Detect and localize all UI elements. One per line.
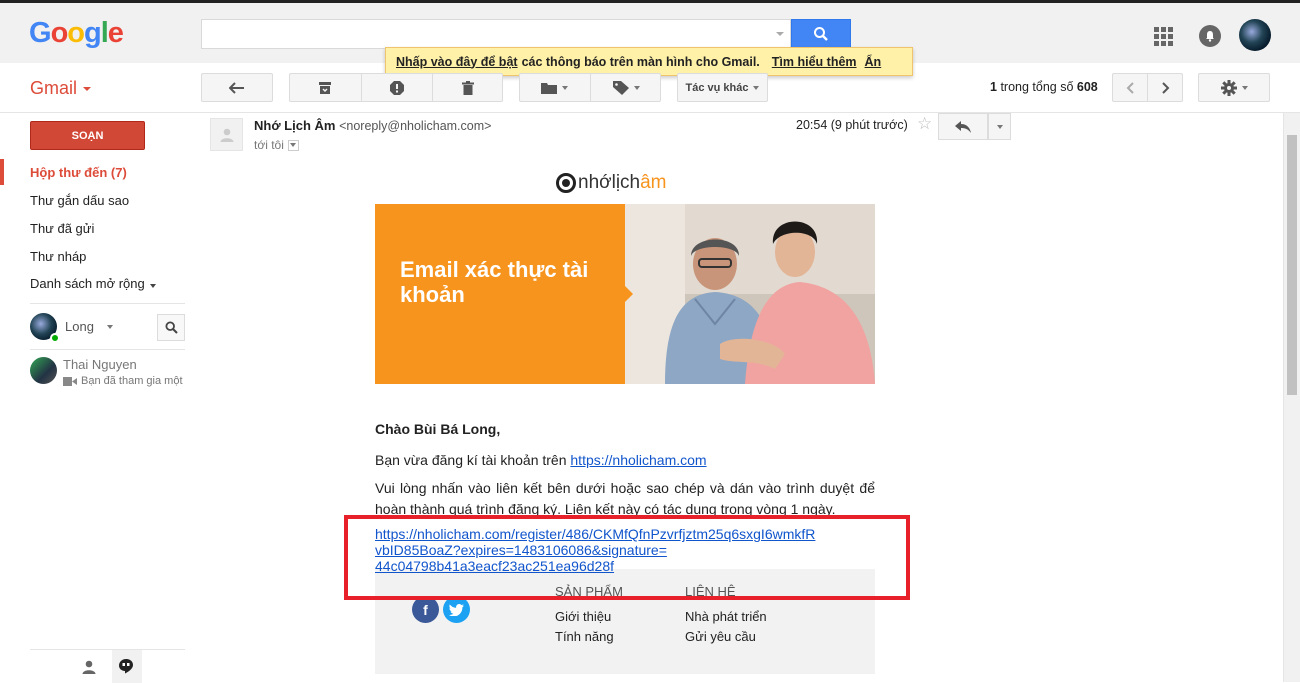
star-icon[interactable]: ☆ xyxy=(917,114,932,134)
compose-button[interactable]: SOẠN xyxy=(30,121,145,150)
banner-title: Email xác thực tài khoản xyxy=(400,257,589,307)
google-logo[interactable]: Google xyxy=(29,17,124,50)
reply-button[interactable] xyxy=(938,113,988,140)
chat-contact[interactable]: Thai Nguyen Bạn đã tham gia một xyxy=(30,357,183,387)
avatar xyxy=(30,313,60,343)
newer-button[interactable] xyxy=(1112,73,1147,102)
spam-icon xyxy=(390,80,404,95)
search-button[interactable] xyxy=(791,19,851,49)
move-to-button[interactable] xyxy=(519,73,590,102)
video-icon xyxy=(63,376,77,386)
report-spam-button[interactable] xyxy=(362,73,432,102)
chevron-down-icon xyxy=(562,85,568,90)
message-time: 20:54 (9 phút trước) xyxy=(796,118,908,132)
show-details-button[interactable] xyxy=(287,139,299,151)
sidebar: SOẠN Hộp thư đến (7) Thư gắn dấu sao Thư… xyxy=(0,113,200,683)
avatar xyxy=(30,357,57,384)
person-icon[interactable] xyxy=(82,660,96,674)
site-link[interactable]: https://nholicham.com xyxy=(570,452,706,468)
footer-link-developer[interactable]: Nhà phát triển xyxy=(685,609,767,624)
sender[interactable]: Nhớ Lịch Âm <noreply@nholicham.com> xyxy=(254,118,491,133)
active-nav-indicator xyxy=(0,159,4,185)
chat-status[interactable]: Long xyxy=(30,313,113,343)
sidebar-item-drafts[interactable]: Thư nháp xyxy=(30,249,86,264)
brand-logo: nhớlịch âm xyxy=(556,172,667,194)
notifications-icon[interactable] xyxy=(1199,25,1221,47)
instruction-text: Vui lòng nhấn vào liên kết bên dưới hoặc… xyxy=(375,480,875,517)
account-avatar[interactable] xyxy=(1239,19,1271,51)
chevron-down-icon xyxy=(106,324,113,329)
gmail-menu[interactable]: Gmail xyxy=(30,78,92,99)
archive-button[interactable] xyxy=(289,73,361,102)
search-options-caret-icon[interactable] xyxy=(776,32,784,36)
highlight-box xyxy=(344,515,910,600)
gear-icon xyxy=(1220,79,1237,96)
greeting: Chào Bùi Bá Long, xyxy=(375,421,501,437)
delete-button[interactable] xyxy=(433,73,503,102)
folder-icon xyxy=(541,82,557,94)
chat-bottom-bar xyxy=(30,649,185,683)
online-status-icon xyxy=(50,333,60,343)
facebook-icon[interactable]: f xyxy=(412,596,439,623)
sender-avatar xyxy=(210,118,243,151)
back-button[interactable] xyxy=(201,73,273,102)
label-icon xyxy=(612,80,629,95)
search-input[interactable] xyxy=(201,19,791,49)
hangouts-icon[interactable] xyxy=(118,658,134,674)
sidebar-item-inbox[interactable]: Hộp thư đến (7) xyxy=(30,165,127,180)
recipient: tới tôi xyxy=(254,138,299,152)
search-icon xyxy=(164,321,178,334)
email-banner: Email xác thực tài khoản xyxy=(375,204,875,384)
archive-icon xyxy=(319,81,331,94)
footer-link-about[interactable]: Giới thiệu xyxy=(555,609,611,624)
contact-status: Bạn đã tham gia một xyxy=(81,375,183,387)
toolbar: Gmail Tác vụ khác 1 trong tổng số 608 xyxy=(0,63,1300,113)
apps-icon[interactable] xyxy=(1154,27,1173,46)
sidebar-item-more[interactable]: Danh sách mở rộng xyxy=(30,276,156,291)
registration-line: Bạn vừa đăng kí tài khoản trên https://n… xyxy=(375,452,707,468)
banner-photo xyxy=(625,204,875,384)
chevron-right-icon xyxy=(1161,81,1169,94)
settings-button[interactable] xyxy=(1198,73,1270,102)
sender-email: <noreply@nholicham.com> xyxy=(339,119,492,133)
brand-mark-icon xyxy=(556,173,576,193)
chevron-left-icon xyxy=(1126,81,1134,94)
family-photo-image xyxy=(625,204,875,384)
reply-icon xyxy=(955,120,971,133)
older-button[interactable] xyxy=(1148,73,1183,102)
labels-button[interactable] xyxy=(591,73,661,102)
search-icon xyxy=(814,27,828,41)
person-icon xyxy=(220,128,233,142)
contact-name: Thai Nguyen xyxy=(63,357,137,372)
chat-user-name: Long xyxy=(65,319,94,334)
chat-search-button[interactable] xyxy=(157,314,185,341)
message-count: 1 trong tổng số 608 xyxy=(990,80,1098,94)
sender-name: Nhớ Lịch Âm xyxy=(254,118,336,133)
twitter-icon[interactable] xyxy=(443,596,470,623)
chevron-down-icon xyxy=(83,87,92,92)
chevron-down-icon xyxy=(1241,85,1248,90)
trash-icon xyxy=(462,80,474,95)
sidebar-item-sent[interactable]: Thư đã gửi xyxy=(30,221,94,236)
back-arrow-icon xyxy=(229,81,244,94)
footer-link-request[interactable]: Gửi yêu cầu xyxy=(685,629,756,644)
more-reply-options-button[interactable] xyxy=(988,113,1011,140)
sidebar-item-starred[interactable]: Thư gắn dấu sao xyxy=(30,193,129,208)
more-actions-button[interactable]: Tác vụ khác xyxy=(677,73,768,102)
social-links: f xyxy=(412,596,470,623)
chevron-down-icon xyxy=(149,284,156,288)
footer-link-features[interactable]: Tính năng xyxy=(555,629,614,644)
chevron-down-icon xyxy=(633,85,640,90)
chevron-down-icon xyxy=(753,85,760,90)
scrollbar-thumb[interactable] xyxy=(1287,135,1297,395)
